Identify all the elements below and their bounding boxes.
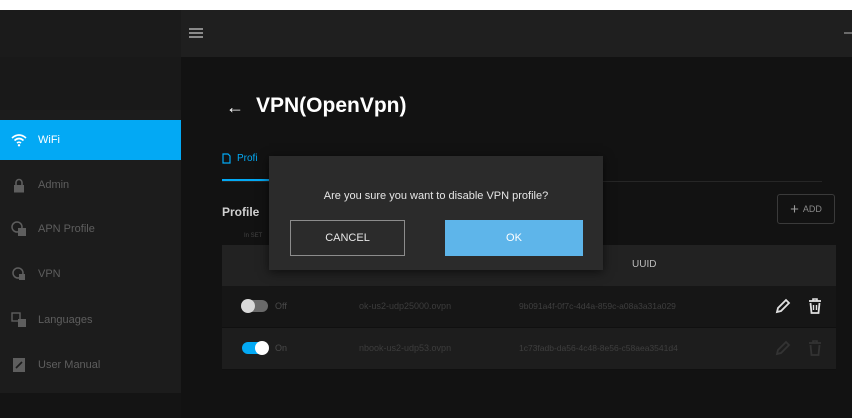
sidebar-footer — [0, 393, 181, 418]
minimize-icon[interactable] — [844, 32, 852, 34]
add-label: ADD — [802, 204, 822, 214]
profile-uuid: 1c73fadb-da56-4c48-8e56-c58aea3541d4 — [519, 343, 678, 353]
manual-icon — [10, 356, 28, 374]
enable-toggle[interactable] — [242, 341, 269, 355]
section-subtitle: In SET — [244, 233, 263, 239]
sidebar-item-label: Admin — [38, 179, 70, 191]
sidebar-item-label: Languages — [38, 314, 93, 326]
add-profile-button[interactable]: + ADD — [777, 194, 835, 224]
cancel-button[interactable]: CANCEL — [290, 220, 405, 256]
table-row: Off ok-us2-udp25000.ovpn 9b091a4f-0f7c-4… — [222, 286, 836, 328]
sidebar-item-label: User Manual — [38, 359, 101, 371]
toggle-state: On — [275, 343, 288, 353]
enable-toggle[interactable] — [241, 299, 268, 313]
sidebar-item-languages[interactable]: Languages — [0, 300, 181, 340]
sidebar-item-apn-profile[interactable]: APN Profile — [0, 209, 181, 249]
back-arrow-icon[interactable]: ← — [226, 97, 244, 118]
lock-icon — [10, 176, 28, 194]
top-bar — [0, 10, 852, 57]
vpn-icon — [10, 265, 28, 283]
plus-icon: + — [790, 200, 799, 218]
sidebar-item-admin[interactable]: Admin — [0, 165, 181, 205]
delete-icon[interactable] — [805, 338, 825, 358]
tab-label: Profi — [237, 153, 258, 164]
edit-icon[interactable] — [773, 338, 793, 358]
dialog-message: Are you sure you want to disable VPN pro… — [323, 190, 549, 202]
profile-file: nbook-us2-udp53.ovpn — [359, 343, 452, 353]
sidebar-item-label: WiFi — [38, 134, 60, 146]
toggle-state: Off — [275, 301, 287, 311]
profile-uuid: 9b091a4f-0f7c-4d4a-859c-a08a3a31a029 — [519, 301, 676, 311]
sidebar-item-user-manual[interactable]: User Manual — [0, 345, 181, 385]
table-row: On nbook-us2-udp53.ovpn 1c73fadb-da56-4c… — [222, 328, 836, 370]
edit-icon[interactable] — [773, 296, 793, 316]
confirm-dialog: Are you sure you want to disable VPN pro… — [269, 156, 603, 270]
language-icon — [10, 311, 28, 329]
page-title: VPN(OpenVpn) — [256, 94, 407, 117]
column-header-uuid: UUID — [632, 259, 657, 270]
delete-icon[interactable] — [805, 296, 825, 316]
wifi-icon — [10, 131, 28, 149]
sidebar-header — [0, 57, 181, 110]
apn-icon — [10, 220, 28, 238]
sidebar-item-wifi[interactable]: WiFi — [0, 120, 181, 160]
sidebar: WiFi Admin APN Profile VPN Languages Use… — [0, 57, 181, 418]
sidebar-item-label: VPN — [38, 268, 61, 280]
ok-button[interactable]: OK — [445, 220, 583, 256]
profile-file: ok-us2-udp25000.ovpn — [359, 301, 452, 311]
hamburger-icon[interactable] — [189, 26, 203, 40]
sidebar-item-vpn[interactable]: VPN — [0, 254, 181, 294]
tab-profile[interactable]: Profi — [222, 153, 258, 164]
document-icon — [222, 153, 231, 164]
sidebar-item-label: APN Profile — [38, 223, 95, 235]
section-title: Profile — [222, 205, 260, 219]
brand-area — [0, 10, 181, 57]
